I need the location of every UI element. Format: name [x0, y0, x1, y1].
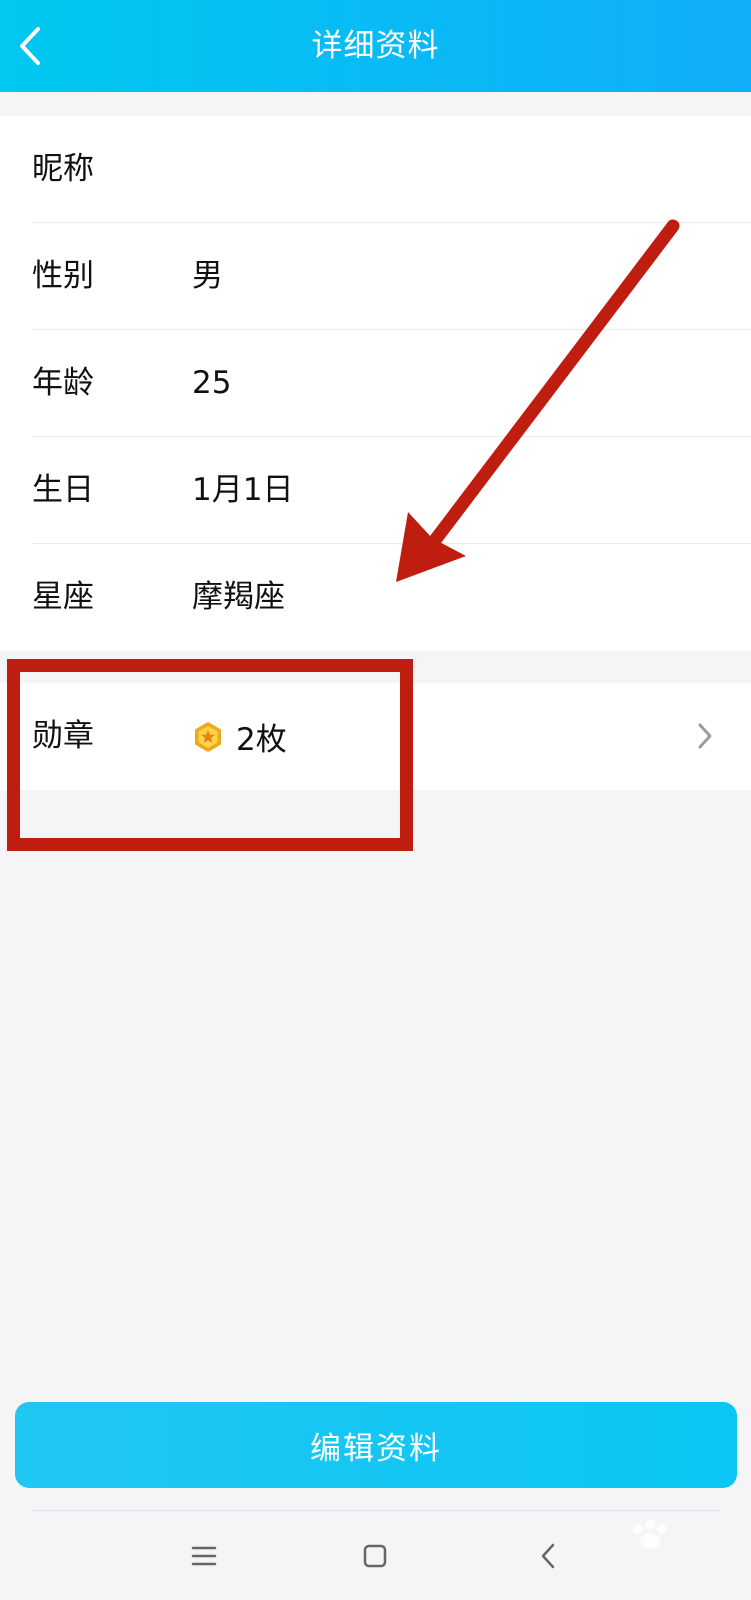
- row-label: 性别: [32, 258, 94, 294]
- nav-menu-button[interactable]: [179, 1531, 229, 1581]
- menu-icon: [191, 1546, 217, 1566]
- back-triangle-icon: [541, 1543, 555, 1569]
- edit-profile-button[interactable]: 编辑资料: [15, 1402, 737, 1488]
- row-value: 1月1日: [192, 472, 294, 508]
- profile-row-age[interactable]: 年龄 25: [32, 330, 751, 437]
- home-square-icon: [363, 1544, 387, 1568]
- nav-home-button[interactable]: [350, 1531, 400, 1581]
- profile-row-gender[interactable]: 性别 男: [32, 223, 751, 330]
- baidu-paw-watermark-icon: [633, 1520, 667, 1549]
- annotation-highlight-box: [7, 659, 413, 851]
- row-value: 男: [192, 258, 223, 294]
- row-label: 生日: [32, 472, 94, 508]
- profile-row-birthday[interactable]: 生日 1月1日: [32, 437, 751, 544]
- row-label: 星座: [32, 579, 94, 615]
- profile-row-zodiac[interactable]: 星座 摩羯座: [32, 544, 751, 651]
- row-label: 年龄: [32, 365, 94, 401]
- row-value: 25: [192, 365, 232, 401]
- page-title: 详细资料: [311, 28, 440, 64]
- profile-row-nickname[interactable]: 昵称: [32, 116, 751, 223]
- title-bar: 详细资料: [0, 0, 751, 92]
- nav-back-button[interactable]: [523, 1531, 573, 1581]
- profile-info-card: 昵称 性别 男 年龄 25 生日 1月1日 星座 摩羯座: [0, 116, 751, 651]
- row-label: 昵称: [32, 151, 94, 187]
- row-value: 摩羯座: [192, 579, 285, 615]
- chevron-right-icon: [698, 723, 712, 749]
